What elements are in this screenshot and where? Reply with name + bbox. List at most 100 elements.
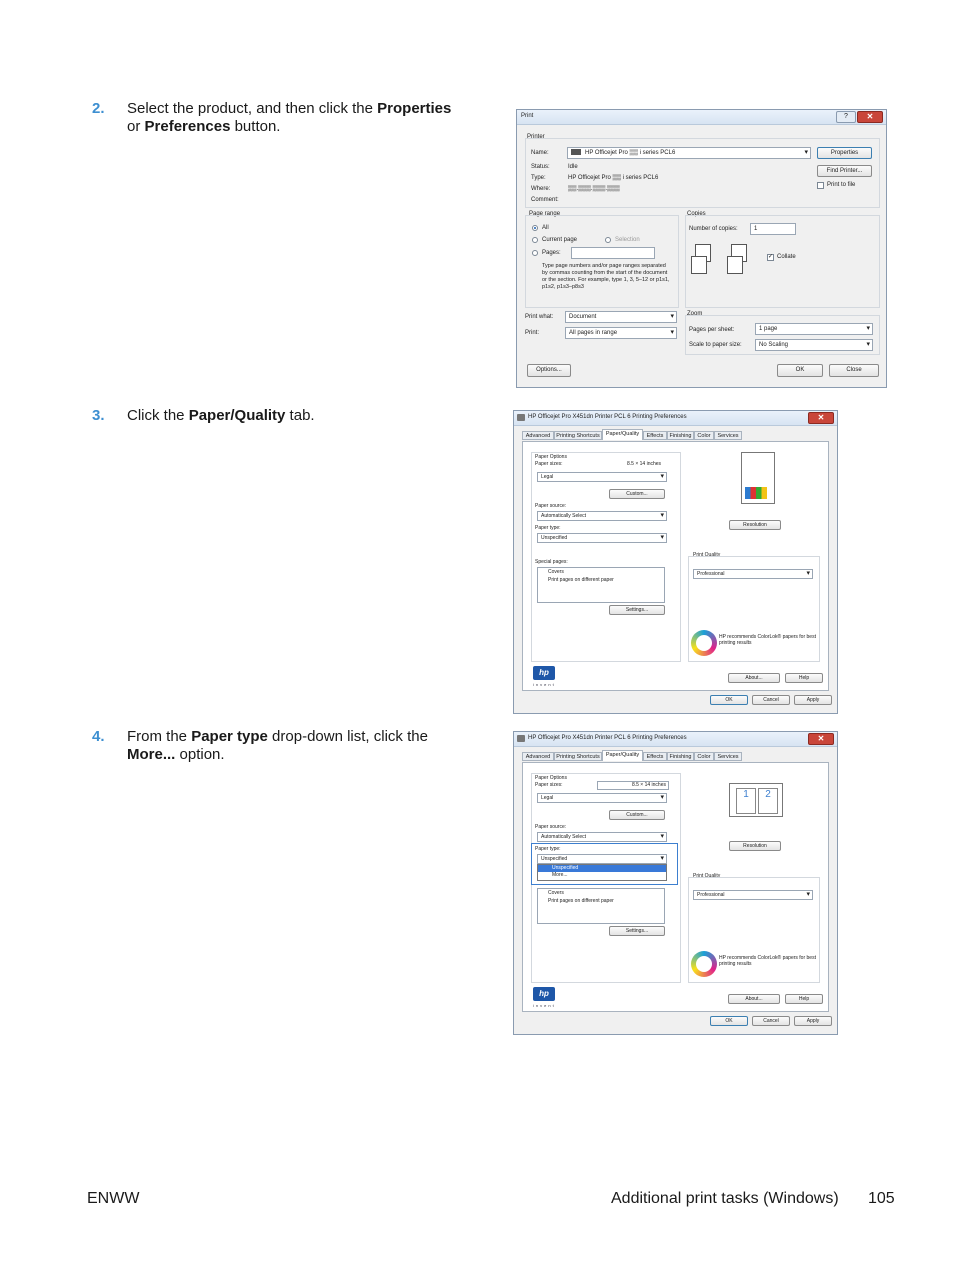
printer-icon [517,414,525,421]
collate-page-icon [727,256,743,274]
print-select[interactable]: All pages in range [565,327,677,339]
settings-button[interactable]: Settings... [609,926,665,936]
paper-size-select[interactable]: Legal [537,472,667,482]
dropdown-item-unspecified[interactable]: Unspecified [538,865,666,872]
number-of-copies-label: Number of copies: [689,226,738,232]
ok-button[interactable]: OK [777,364,823,377]
apply-button[interactable]: Apply [794,1016,832,1026]
tab-paper-quality[interactable]: Paper/Quality [602,750,643,761]
paper-type-label: Paper type: [535,846,561,852]
status-value: Idle [568,164,578,170]
help-button[interactable]: Help [785,994,823,1004]
about-button[interactable]: About... [728,994,780,1004]
tab-effects[interactable]: Effects [643,431,667,440]
apply-button[interactable]: Apply [794,695,832,705]
where-value: ▒▒.▒▒▒.▒▒▒.▒▒▒ [568,186,620,192]
close-icon[interactable]: ✕ [857,111,883,123]
tab-printing-shortcuts[interactable]: Printing Shortcuts [554,752,602,761]
print-to-file-label: Print to file [827,182,856,188]
options-button[interactable]: Options... [527,364,571,377]
print-quality-select[interactable]: Professional [693,569,813,579]
footer-left: ENWW [87,1190,140,1207]
tab-services[interactable]: Services [714,431,742,440]
tab-effects[interactable]: Effects [643,752,667,761]
scale-label: Scale to paper size: [689,342,742,348]
tab-advanced[interactable]: Advanced [522,752,554,761]
paper-options-label: Paper Options [535,454,567,460]
close-button[interactable]: Close [829,364,879,377]
paper-source-select[interactable]: Automatically Select [537,832,667,842]
status-label: Status: [531,164,550,170]
preferences-dialog-paper-type-open: HP Officejet Pro X451dn Printer PCL 6 Pr… [513,731,838,1035]
resolution-button[interactable]: Resolution [729,841,781,851]
pages-radio[interactable] [532,250,538,256]
footer-section-title: Additional print tasks (Windows) [611,1190,839,1207]
print-quality-select[interactable]: Professional [693,890,813,900]
step-text: Click the Paper/Quality tab. [127,407,315,424]
type-label: Type: [531,175,546,181]
ok-button[interactable]: OK [710,1016,748,1026]
cancel-button[interactable]: Cancel [752,1016,790,1026]
paper-size-field[interactable]: 8.5 × 14 inches [597,781,669,790]
ok-button[interactable]: OK [710,695,748,705]
print-what-select[interactable]: Document [565,311,677,323]
tab-bar: Advanced Printing Shortcuts Paper/Qualit… [522,429,829,441]
find-printer-button[interactable]: Find Printer... [817,165,872,177]
title-bar: HP Officejet Pro X451dn Printer PCL 6 Pr… [514,411,837,426]
print-dialog: Print ? ✕ Printer Name: HP Officejet Pro… [516,109,887,388]
paper-source-select[interactable]: Automatically Select [537,511,667,521]
tab-paper-quality[interactable]: Paper/Quality [602,429,643,440]
step-number: 3. [92,407,105,424]
paper-quality-panel: Paper Options Paper sizes: 8.5 × 14 inch… [522,762,829,1012]
tab-color[interactable]: Color [694,431,714,440]
scale-select[interactable]: No Scaling [755,339,873,351]
paper-type-select[interactable]: Unspecified [537,533,667,543]
dropdown-item-more[interactable]: More... [538,872,666,879]
tab-advanced[interactable]: Advanced [522,431,554,440]
properties-button[interactable]: Properties [817,147,872,159]
paper-sizes-label: Paper sizes: [535,782,563,788]
print-label: Print: [525,330,540,336]
help-button[interactable]: Help [785,673,823,683]
print-what-label: Print what: [525,314,554,320]
step-number: 2. [92,100,105,117]
tab-finishing[interactable]: Finishing [667,752,694,761]
paper-source-label: Paper source: [535,503,567,509]
dialog-title: HP Officejet Pro X451dn Printer PCL 6 Pr… [528,414,687,420]
print-to-file-checkbox[interactable] [817,182,824,189]
pages-input[interactable] [571,247,655,259]
dialog-title: Print [521,113,534,119]
custom-button[interactable]: Custom... [609,810,665,820]
cancel-button[interactable]: Cancel [752,695,790,705]
copies-input[interactable]: 1 [750,223,796,235]
tab-printing-shortcuts[interactable]: Printing Shortcuts [554,431,602,440]
printer-icon [571,149,581,156]
tab-color[interactable]: Color [694,752,714,761]
page-preview [741,452,775,504]
special-pages-list[interactable]: Covers Print pages on different paper [537,567,665,603]
paper-type-select[interactable]: Unspecified [537,854,667,864]
all-radio[interactable] [532,225,538,231]
two-up-preview: 1 2 [729,783,783,817]
close-icon[interactable]: ✕ [808,733,834,745]
tab-finishing[interactable]: Finishing [667,431,694,440]
paper-sizes-label: Paper sizes: [535,461,563,467]
collate-checkbox[interactable]: ✓ [767,254,774,261]
paper-type-dropdown-list: Unspecified More... [537,864,667,881]
help-button[interactable]: ? [836,111,856,123]
special-pages-list[interactable]: Covers Print pages on different paper [537,888,665,924]
custom-button[interactable]: Custom... [609,489,665,499]
selection-radio[interactable] [605,237,611,243]
paper-size-select[interactable]: Legal [537,793,667,803]
close-icon[interactable]: ✕ [808,412,834,424]
collate-page-icon [691,256,707,274]
tab-services[interactable]: Services [714,752,742,761]
about-button[interactable]: About... [728,673,780,683]
pages-per-sheet-select[interactable]: 1 page [755,323,873,335]
printer-name-select[interactable]: HP Officejet Pro ▒▒ i series PCL6 [567,147,811,159]
resolution-button[interactable]: Resolution [729,520,781,530]
paper-size-value: 8.5 × 14 inches [627,461,662,467]
settings-button[interactable]: Settings... [609,605,665,615]
current-page-radio[interactable] [532,237,538,243]
preview-page-2: 2 [758,788,778,814]
